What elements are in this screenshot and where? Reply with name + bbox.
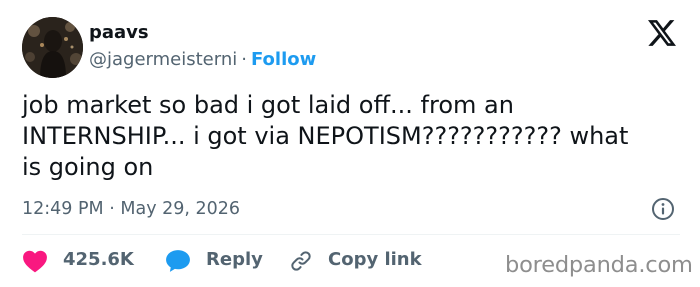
tweet-text-line: job market so bad i got laid off... from… bbox=[22, 91, 514, 119]
tweet-text-line: is going on bbox=[22, 153, 154, 181]
tweet-text: job market so bad i got laid off... from… bbox=[22, 90, 682, 183]
watermark: boredpanda.com bbox=[505, 252, 693, 278]
tweet-text-line: INTERNSHIP... i got via NEPOTISM????????… bbox=[22, 122, 629, 150]
timestamp-separator: · bbox=[109, 199, 115, 219]
divider bbox=[22, 234, 680, 235]
reply-label: Reply bbox=[206, 249, 263, 270]
handle-row: @jagermeisterni · Follow bbox=[89, 48, 316, 72]
tweet-time: 12:49 PM bbox=[22, 199, 104, 219]
link-icon bbox=[291, 251, 311, 271]
info-icon[interactable] bbox=[651, 197, 675, 221]
speech-bubble-icon bbox=[166, 250, 190, 272]
follow-button[interactable]: Follow bbox=[251, 49, 316, 70]
display-name[interactable]: paavs bbox=[89, 22, 149, 44]
avatar[interactable] bbox=[22, 17, 83, 78]
heart-icon bbox=[23, 250, 47, 273]
user-handle[interactable]: @jagermeisterni bbox=[89, 49, 237, 70]
tweet-date: May 29, 2026 bbox=[120, 199, 241, 219]
x-logo-icon[interactable] bbox=[648, 20, 676, 46]
handle-separator: · bbox=[241, 49, 247, 70]
copy-link-label: Copy link bbox=[328, 249, 422, 270]
like-count: 425.6K bbox=[63, 249, 134, 270]
tweet-timestamp[interactable]: 12:49 PM · May 29, 2026 bbox=[22, 197, 240, 221]
